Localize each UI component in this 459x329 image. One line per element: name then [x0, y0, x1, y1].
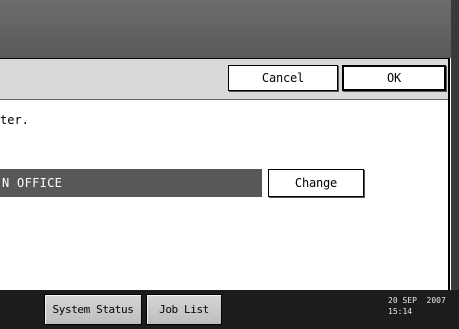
cancel-button[interactable]: Cancel — [228, 65, 338, 91]
settings-dialog: Cancel OK ter. N OFFICE Change — [0, 58, 450, 290]
ok-button[interactable]: OK — [342, 65, 446, 91]
printer-panel-screen: Cancel OK ter. N OFFICE Change System St… — [0, 0, 459, 329]
instruction-message: ter. — [0, 113, 29, 127]
taskbar: System Status Job List 20 SEP 2007 15:14 — [0, 290, 459, 329]
change-button[interactable]: Change — [268, 169, 364, 197]
time-text: 15:14 — [388, 307, 413, 316]
date-time-display: 20 SEP 2007 15:14 — [388, 295, 452, 317]
job-list-button[interactable]: Job List — [146, 294, 222, 325]
dialog-header: Cancel OK — [0, 59, 448, 100]
screen-edge — [451, 0, 459, 290]
current-value-text: N OFFICE — [2, 176, 63, 190]
date-text: 20 SEP 2007 — [388, 296, 446, 305]
system-status-button[interactable]: System Status — [44, 294, 142, 325]
current-value-field: N OFFICE — [0, 169, 262, 197]
title-area — [0, 0, 459, 58]
